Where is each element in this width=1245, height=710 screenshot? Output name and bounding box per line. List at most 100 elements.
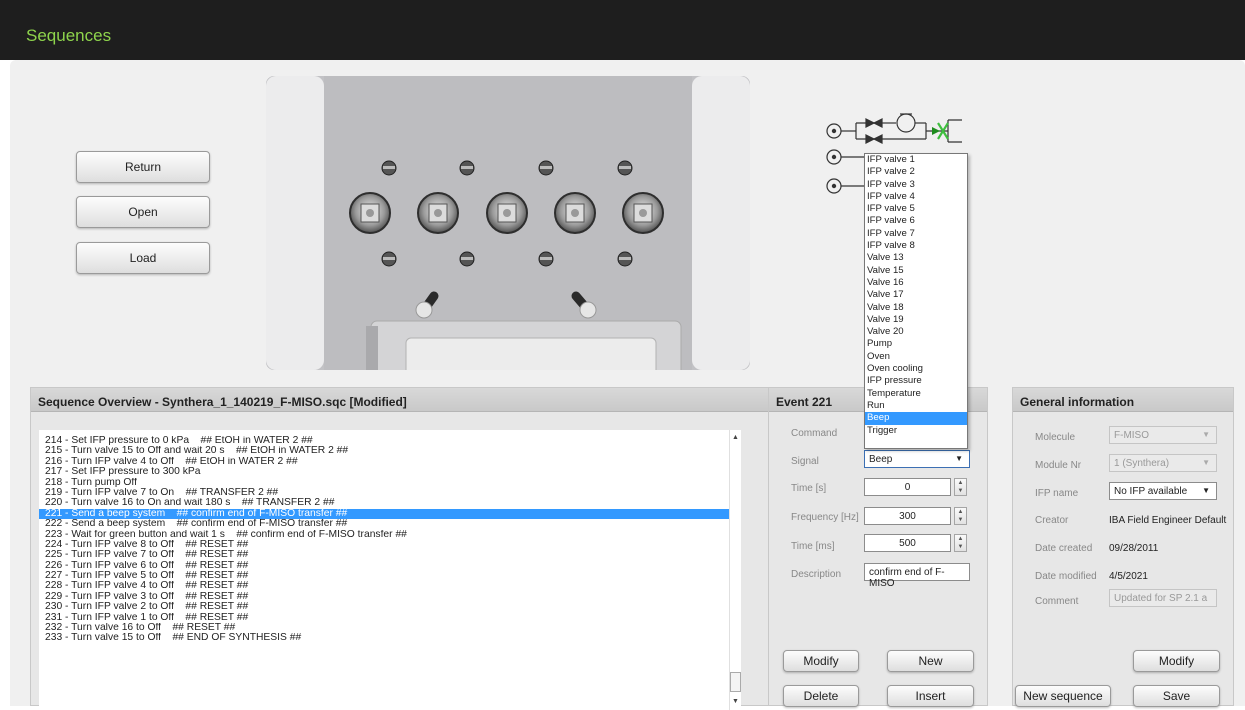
scroll-down-icon[interactable]: ▼ bbox=[732, 698, 739, 705]
general-info-title: General information bbox=[1013, 388, 1233, 412]
scroll-thumb[interactable] bbox=[730, 672, 741, 692]
command-option[interactable]: Oven bbox=[865, 351, 967, 363]
command-option[interactable]: IFP valve 6 bbox=[865, 215, 967, 227]
ifp-value: No IFP available bbox=[1114, 486, 1188, 497]
sequence-row[interactable]: 215 - Turn valve 15 to Off and wait 20 s… bbox=[39, 446, 739, 456]
molecule-select: F-MISO ▼ bbox=[1109, 426, 1217, 444]
command-option[interactable]: Temperature bbox=[865, 388, 967, 400]
command-option[interactable]: IFP valve 7 bbox=[865, 228, 967, 240]
command-option[interactable]: IFP valve 2 bbox=[865, 166, 967, 178]
command-label: Command bbox=[791, 428, 838, 439]
creator-label: Creator bbox=[1035, 515, 1069, 526]
command-option[interactable]: Valve 13 bbox=[865, 252, 967, 264]
chevron-down-icon: ▼ bbox=[955, 454, 963, 463]
event-new-button[interactable]: New bbox=[887, 650, 974, 672]
command-option[interactable]: Pump bbox=[865, 338, 967, 350]
time-ms-spinner[interactable]: ▲ ▼ bbox=[954, 534, 967, 552]
event-insert-button[interactable]: Insert bbox=[887, 685, 974, 707]
command-option[interactable]: Valve 20 bbox=[865, 326, 967, 338]
general-info-panel: General information Molecule F-MISO ▼ Mo… bbox=[1012, 387, 1234, 707]
date-modified-label: Date modified bbox=[1035, 571, 1097, 582]
sequence-row[interactable]: 218 - Turn pump Off bbox=[39, 478, 739, 488]
signal-select[interactable]: Beep ▼ bbox=[864, 450, 970, 468]
sequence-row[interactable]: 228 - Turn IFP valve 4 to Off ## RESET #… bbox=[39, 581, 739, 591]
sequence-row[interactable]: 221 - Send a beep system ## confirm end … bbox=[39, 508, 739, 520]
sequence-row[interactable]: 232 - Turn valve 16 to Off ## RESET ## bbox=[39, 623, 739, 633]
comment-input[interactable]: Updated for SP 2.1 a bbox=[1109, 589, 1217, 607]
sequence-row[interactable]: 233 - Turn valve 15 to Off ## END OF SYN… bbox=[39, 633, 739, 643]
module-cassette-graphic bbox=[266, 76, 750, 370]
sequence-row[interactable]: 230 - Turn IFP valve 2 to Off ## RESET #… bbox=[39, 602, 739, 612]
spin-up-icon[interactable]: ▲ bbox=[955, 508, 966, 516]
ifp-select[interactable]: No IFP available ▼ bbox=[1109, 482, 1217, 500]
module-value: 1 (Synthera) bbox=[1114, 458, 1170, 469]
frequency-label: Frequency [Hz] bbox=[791, 512, 859, 523]
spin-down-icon[interactable]: ▼ bbox=[955, 487, 966, 495]
molecule-value: F-MISO bbox=[1114, 430, 1149, 441]
command-option[interactable]: IFP valve 8 bbox=[865, 240, 967, 252]
spin-down-icon[interactable]: ▼ bbox=[955, 543, 966, 551]
command-option[interactable]: IFP pressure bbox=[865, 375, 967, 387]
sequence-row[interactable]: 231 - Turn IFP valve 1 to Off ## RESET #… bbox=[39, 613, 739, 623]
return-button[interactable]: Return bbox=[76, 151, 210, 183]
chevron-down-icon: ▼ bbox=[1202, 458, 1210, 467]
new-sequence-button[interactable]: New sequence bbox=[1015, 685, 1111, 707]
command-option[interactable]: IFP valve 5 bbox=[865, 203, 967, 215]
sequence-row[interactable]: 216 - Turn IFP valve 4 to Off ## EtOH in… bbox=[39, 457, 739, 467]
sequence-row[interactable]: 224 - Turn IFP valve 8 to Off ## RESET #… bbox=[39, 540, 739, 550]
frequency-input[interactable]: 300 bbox=[864, 507, 951, 525]
date-created-label: Date created bbox=[1035, 543, 1093, 554]
command-option[interactable]: IFP valve 1 bbox=[865, 154, 967, 166]
signal-value: Beep bbox=[869, 454, 893, 465]
command-option[interactable]: Valve 19 bbox=[865, 314, 967, 326]
command-option[interactable]: Valve 17 bbox=[865, 289, 967, 301]
scroll-up-icon[interactable]: ▲ bbox=[732, 434, 739, 441]
command-option[interactable]: Beep bbox=[865, 412, 967, 425]
module-image bbox=[266, 76, 750, 370]
sequence-row[interactable]: 214 - Set IFP pressure to 0 kPa ## EtOH … bbox=[39, 436, 739, 446]
spin-up-icon[interactable]: ▲ bbox=[955, 479, 966, 487]
sequence-row[interactable]: 220 - Turn valve 16 to On and wait 180 s… bbox=[39, 498, 739, 508]
title-bar bbox=[0, 0, 1245, 60]
spin-down-icon[interactable]: ▼ bbox=[955, 516, 966, 524]
command-option[interactable]: Trigger bbox=[865, 425, 967, 437]
sequence-row[interactable]: 219 - Turn IFP valve 7 to On ## TRANSFER… bbox=[39, 488, 739, 498]
sequence-row[interactable]: 223 - Wait for green button and wait 1 s… bbox=[39, 530, 739, 540]
chevron-down-icon: ▼ bbox=[1202, 486, 1210, 495]
time-s-input[interactable]: 0 bbox=[864, 478, 951, 496]
command-option[interactable]: IFP valve 3 bbox=[865, 179, 967, 191]
window-title: Sequences bbox=[26, 26, 112, 45]
event-modify-button[interactable]: Modify bbox=[783, 650, 859, 672]
command-option[interactable]: Valve 15 bbox=[865, 265, 967, 277]
command-option[interactable]: Oven cooling bbox=[865, 363, 967, 375]
general-modify-button[interactable]: Modify bbox=[1133, 650, 1220, 672]
spin-up-icon[interactable]: ▲ bbox=[955, 535, 966, 543]
save-button[interactable]: Save bbox=[1133, 685, 1220, 707]
creator-value: IBA Field Engineer Default bbox=[1109, 515, 1227, 526]
sequence-row[interactable]: 225 - Turn IFP valve 7 to Off ## RESET #… bbox=[39, 550, 739, 560]
command-option[interactable]: Valve 16 bbox=[865, 277, 967, 289]
sequence-row[interactable]: 217 - Set IFP pressure to 300 kPa bbox=[39, 467, 739, 477]
time-ms-input[interactable]: 500 bbox=[864, 534, 951, 552]
sequence-scrollbar[interactable]: ▲ ▼ bbox=[729, 430, 741, 710]
molecule-label: Molecule bbox=[1035, 432, 1076, 443]
sequence-row[interactable]: 226 - Turn IFP valve 6 to Off ## RESET #… bbox=[39, 561, 739, 571]
sequence-list[interactable]: 214 - Set IFP pressure to 0 kPa ## EtOH … bbox=[39, 430, 739, 710]
frequency-spinner[interactable]: ▲ ▼ bbox=[954, 507, 967, 525]
description-input[interactable]: confirm end of F-MISO bbox=[864, 563, 970, 589]
event-delete-button[interactable]: Delete bbox=[783, 685, 859, 707]
time-s-spinner[interactable]: ▲ ▼ bbox=[954, 478, 967, 496]
chevron-down-icon: ▼ bbox=[1202, 430, 1210, 439]
command-option[interactable]: Valve 18 bbox=[865, 302, 967, 314]
ifp-label: IFP name bbox=[1035, 488, 1079, 499]
sequence-row[interactable]: 222 - Send a beep system ## confirm end … bbox=[39, 519, 739, 529]
command-option[interactable]: Run bbox=[865, 400, 967, 412]
sequence-row[interactable]: 229 - Turn IFP valve 3 to Off ## RESET #… bbox=[39, 592, 739, 602]
open-button[interactable]: Open bbox=[76, 196, 210, 228]
time-s-label: Time [s] bbox=[791, 483, 827, 494]
command-dropdown-list[interactable]: IFP valve 1 IFP valve 2 IFP valve 3 IFP val… bbox=[864, 153, 968, 449]
date-modified-value: 4/5/2021 bbox=[1109, 571, 1148, 582]
command-option[interactable]: IFP valve 4 bbox=[865, 191, 967, 203]
load-button[interactable]: Load bbox=[76, 242, 210, 274]
sequence-row[interactable]: 227 - Turn IFP valve 5 to Off ## RESET #… bbox=[39, 571, 739, 581]
